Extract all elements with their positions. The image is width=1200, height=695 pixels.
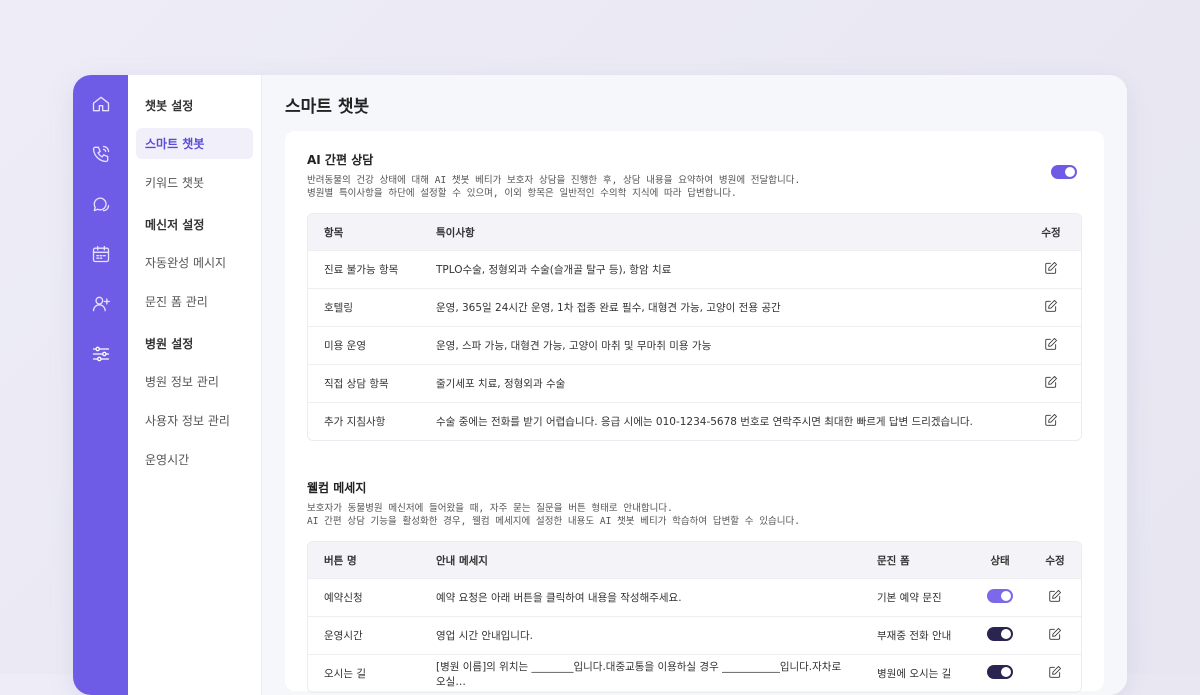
welcome-desc-1: 보호자가 동물병원 메신저에 들어왔을 때, 자주 묻는 질문을 버튼 형태로 … xyxy=(307,503,673,514)
welcome-table: 버튼 명 안내 메세지 문진 폼 상태 수정 예약신청 예약 요청은 아래 버튼… xyxy=(307,541,1082,693)
edit-icon[interactable] xyxy=(1021,250,1081,288)
row-note: 운영, 스파 가능, 대형견 가능, 고양이 마취 및 무마취 미용 가능 xyxy=(420,326,1021,364)
row-button-name: 예약신청 xyxy=(308,578,420,616)
group-messenger-settings: 메신저 설정 xyxy=(145,218,205,232)
row-form: 기본 예약 문진 xyxy=(861,578,971,616)
row-item: 직접 상담 항목 xyxy=(308,364,420,402)
col-header-state: 상태 xyxy=(971,542,1029,578)
row-state xyxy=(971,616,1029,654)
row-message: 예약 요청은 아래 버튼을 클릭하여 내용을 작성해주세요. xyxy=(420,578,861,616)
row-item: 추가 지침사항 xyxy=(308,402,420,440)
chat-icon[interactable] xyxy=(88,191,114,217)
row-note: 수술 중에는 전화를 받기 어렵습니다. 응급 시에는 010-1234-567… xyxy=(420,402,1021,440)
table-row: 운영시간 영업 시간 안내입니다. 부재중 전화 안내 xyxy=(308,616,1081,654)
welcome-title: 웰컴 메세지 xyxy=(307,481,367,495)
col-header-note: 특이사항 xyxy=(420,214,1021,250)
settings-card: AI 간편 상담 반려동물의 건강 상태에 대해 AI 챗봇 베티가 보호자 상… xyxy=(285,131,1104,693)
edit-icon[interactable] xyxy=(1021,288,1081,326)
welcome-desc-2: AI 간편 상담 기능을 활성화한 경우, 웰컴 메세지에 설정한 내용도 AI… xyxy=(307,516,800,527)
menu-operating-hours[interactable]: 운영시간 xyxy=(136,444,253,475)
menu-hospital-info[interactable]: 병원 정보 관리 xyxy=(136,366,253,397)
row-form: 병원에 오시는 길 xyxy=(861,654,971,692)
menu-questionnaire-forms[interactable]: 문진 폼 관리 xyxy=(136,286,253,317)
state-toggle[interactable] xyxy=(987,665,1013,679)
menu-autocomplete-messages[interactable]: 자동완성 메시지 xyxy=(136,247,253,278)
row-button-name: 오시는 길 xyxy=(308,654,420,692)
calendar-icon[interactable] xyxy=(88,241,114,267)
row-message: 영업 시간 안내입니다. xyxy=(420,616,861,654)
edit-icon[interactable] xyxy=(1021,364,1081,402)
menu-smart-chatbot[interactable]: 스마트 챗봇 xyxy=(136,128,253,159)
ai-notes-table: 항목 특이사항 수정 진료 불가능 항목 TPLO수술, 정형외과 수술(슬개골… xyxy=(307,213,1082,441)
row-item: 진료 불가능 항목 xyxy=(308,250,420,288)
group-hospital-settings: 병원 설정 xyxy=(145,337,194,351)
row-state xyxy=(971,654,1029,692)
edit-icon[interactable] xyxy=(1029,616,1081,654)
table-row: 예약신청 예약 요청은 아래 버튼을 클릭하여 내용을 작성해주세요. 기본 예… xyxy=(308,578,1081,616)
group-chatbot-settings: 챗봇 설정 xyxy=(145,99,194,113)
state-toggle[interactable] xyxy=(987,589,1013,603)
table-header-row: 항목 특이사항 수정 xyxy=(308,214,1081,250)
row-note: TPLO수술, 정형외과 수술(슬개골 탈구 등), 항암 치료 xyxy=(420,250,1021,288)
row-item: 호텔링 xyxy=(308,288,420,326)
table-row: 추가 지침사항 수술 중에는 전화를 받기 어렵습니다. 응급 시에는 010-… xyxy=(308,402,1081,440)
phone-icon[interactable] xyxy=(88,141,114,167)
col-header-edit: 수정 xyxy=(1029,542,1081,578)
ai-consult-toggle[interactable] xyxy=(1051,165,1077,179)
edit-icon[interactable] xyxy=(1029,578,1081,616)
page-title: 스마트 챗봇 xyxy=(285,97,370,117)
user-plus-icon[interactable] xyxy=(88,291,114,317)
row-note: 운영, 365일 24시간 운영, 1차 접종 완료 필수, 대형견 가능, 고… xyxy=(420,288,1021,326)
edit-icon[interactable] xyxy=(1021,402,1081,440)
table-header-row: 버튼 명 안내 메세지 문진 폼 상태 수정 xyxy=(308,542,1081,578)
menu-keyword-chatbot[interactable]: 키워드 챗봇 xyxy=(136,167,253,198)
state-toggle[interactable] xyxy=(987,627,1013,641)
row-state xyxy=(971,578,1029,616)
icon-rail xyxy=(73,75,128,695)
row-form: 부재중 전화 안내 xyxy=(861,616,971,654)
row-note: 줄기세포 치료, 정형외과 수술 xyxy=(420,364,1021,402)
col-header-message: 안내 메세지 xyxy=(420,542,861,578)
edit-icon[interactable] xyxy=(1029,654,1081,692)
app-window: 챗봇 설정 스마트 챗봇 키워드 챗봇 메신저 설정 자동완성 메시지 문진 폼… xyxy=(73,75,1127,695)
edit-icon[interactable] xyxy=(1021,326,1081,364)
home-icon[interactable] xyxy=(88,91,114,117)
table-row: 직접 상담 항목 줄기세포 치료, 정형외과 수술 xyxy=(308,364,1081,402)
table-row: 오시는 길 [병원 이름]의 위치는 ________입니다.대중교통을 이용하… xyxy=(308,654,1081,692)
settings-submenu: 챗봇 설정 스마트 챗봇 키워드 챗봇 메신저 설정 자동완성 메시지 문진 폼… xyxy=(128,75,262,695)
table-row: 미용 운영 운영, 스파 가능, 대형견 가능, 고양이 마취 및 무마취 미용… xyxy=(308,326,1081,364)
col-header-item: 항목 xyxy=(308,214,420,250)
row-button-name: 운영시간 xyxy=(308,616,420,654)
ai-consult-desc-2: 병원별 특이사항을 하단에 설정할 수 있으며, 이외 항목은 일반적인 수의학… xyxy=(307,188,737,199)
menu-user-info[interactable]: 사용자 정보 관리 xyxy=(136,405,253,436)
ai-consult-title: AI 간편 상담 xyxy=(307,153,374,167)
ai-consult-desc-1: 반려동물의 건강 상태에 대해 AI 챗봇 베티가 보호자 상담을 진행한 후,… xyxy=(307,175,801,186)
sliders-icon[interactable] xyxy=(88,341,114,367)
welcome-header: 웰컴 메세지 보호자가 동물병원 메신저에 들어왔을 때, 자주 묻는 질문을 … xyxy=(307,479,1082,528)
table-row: 진료 불가능 항목 TPLO수술, 정형외과 수술(슬개골 탈구 등), 항암 … xyxy=(308,250,1081,288)
table-row: 호텔링 운영, 365일 24시간 운영, 1차 접종 완료 필수, 대형견 가… xyxy=(308,288,1081,326)
col-header-edit: 수정 xyxy=(1021,214,1081,250)
row-item: 미용 운영 xyxy=(308,326,420,364)
col-header-button: 버튼 명 xyxy=(308,542,420,578)
ai-consult-header: AI 간편 상담 반려동물의 건강 상태에 대해 AI 챗봇 베티가 보호자 상… xyxy=(307,151,1082,200)
main-content: 스마트 챗봇 AI 간편 상담 반려동물의 건강 상태에 대해 AI 챗봇 베티… xyxy=(262,75,1127,695)
row-message: [병원 이름]의 위치는 ________입니다.대중교통을 이용하실 경우 _… xyxy=(420,654,861,692)
col-header-form: 문진 폼 xyxy=(861,542,971,578)
